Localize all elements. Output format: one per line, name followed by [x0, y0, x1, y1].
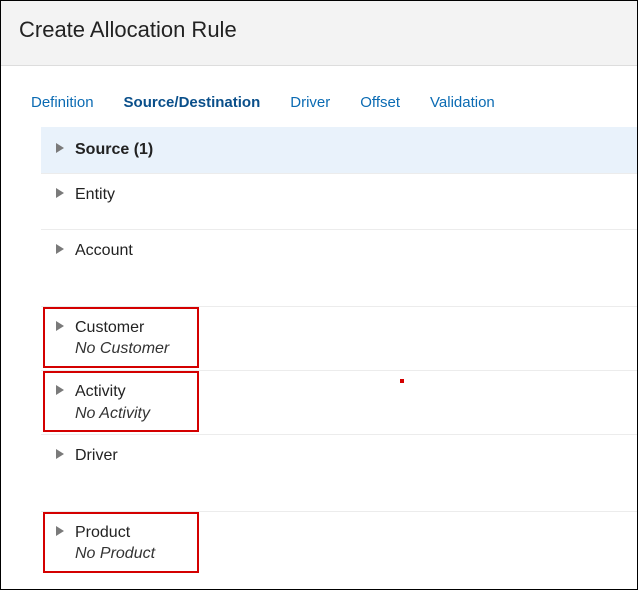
row-activity-label: Activity [75, 381, 150, 403]
chevron-right-icon [55, 526, 65, 536]
row-source[interactable]: Source (1) [41, 127, 637, 173]
chevron-right-icon [55, 385, 65, 395]
tab-offset[interactable]: Offset [360, 94, 400, 111]
chevron-right-icon [55, 143, 65, 153]
row-source-label: Source (1) [75, 139, 153, 161]
row-product[interactable]: Product No Product [41, 511, 637, 575]
red-dot [400, 379, 404, 383]
chevron-right-icon [55, 188, 65, 198]
row-customer-sub: No Customer [75, 338, 169, 360]
tab-validation[interactable]: Validation [430, 94, 495, 111]
window-header: Create Allocation Rule [1, 1, 637, 66]
row-entity[interactable]: Entity [41, 173, 637, 216]
chevron-right-icon [55, 321, 65, 331]
row-activity-sub: No Activity [75, 403, 150, 425]
chevron-right-icon [55, 244, 65, 254]
content-panel: Source (1) Entity Account Customer No Cu… [1, 127, 637, 575]
row-account-label: Account [75, 240, 133, 262]
chevron-right-icon [55, 449, 65, 459]
row-driver-label: Driver [75, 445, 118, 467]
row-product-label: Product [75, 522, 155, 544]
tab-bar: Definition Source/Destination Driver Off… [1, 66, 637, 127]
page-title: Create Allocation Rule [19, 17, 619, 43]
row-product-sub: No Product [75, 543, 155, 565]
tab-driver[interactable]: Driver [290, 94, 330, 111]
tab-definition[interactable]: Definition [31, 94, 94, 111]
row-activity[interactable]: Activity No Activity [41, 370, 637, 434]
row-account[interactable]: Account [41, 229, 637, 272]
tab-source-destination[interactable]: Source/Destination [124, 94, 261, 111]
row-customer[interactable]: Customer No Customer [41, 306, 637, 370]
row-driver[interactable]: Driver [41, 434, 637, 477]
row-customer-label: Customer [75, 317, 169, 339]
row-entity-label: Entity [75, 184, 115, 206]
